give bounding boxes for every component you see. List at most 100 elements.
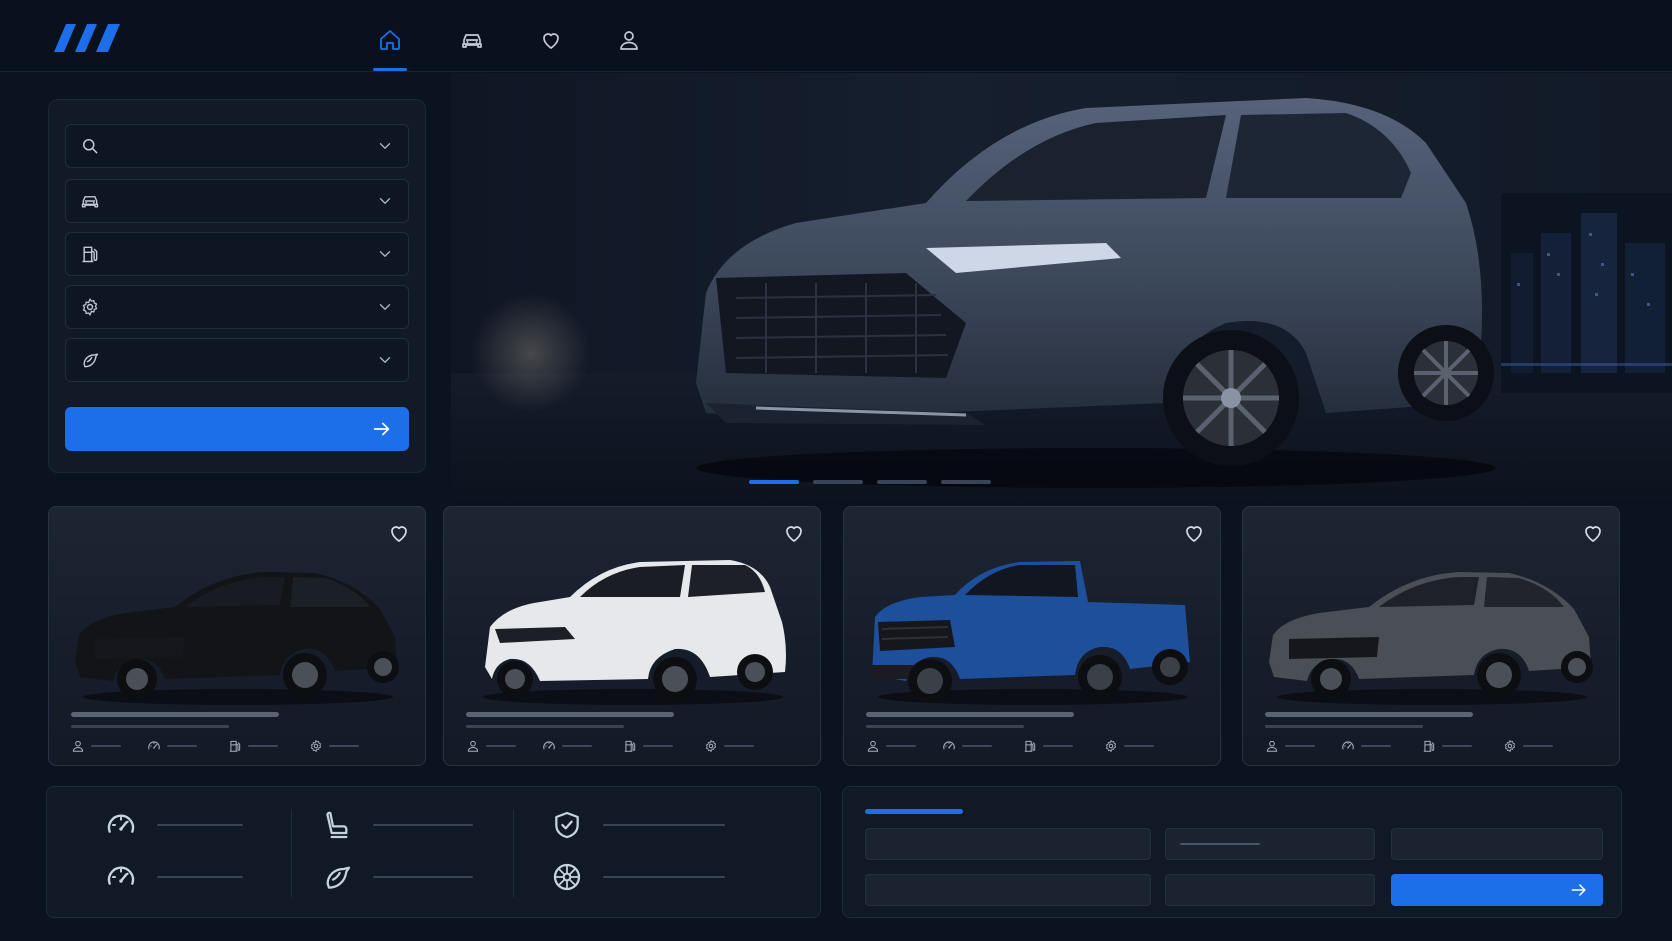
engine-icon — [321, 861, 353, 893]
features-panel — [46, 786, 821, 918]
carousel-dot[interactable] — [941, 480, 991, 484]
spec-item — [309, 739, 359, 753]
featured-suv-image — [696, 98, 1496, 488]
speedometer-icon — [147, 739, 161, 753]
speedometer-icon — [1341, 739, 1355, 753]
spec-value-placeholder — [167, 745, 197, 747]
carousel-pagination — [749, 480, 991, 484]
car-image — [483, 560, 786, 705]
user-icon — [466, 739, 480, 753]
car-title-placeholder — [1265, 712, 1473, 717]
spec-item — [1023, 739, 1073, 753]
booking-submit-button[interactable] — [1391, 874, 1603, 906]
spec-value-placeholder — [1043, 745, 1073, 747]
heart-icon[interactable] — [1581, 521, 1605, 545]
spec-item — [228, 739, 278, 753]
spec-value-placeholder — [643, 745, 673, 747]
search-icon — [80, 136, 100, 156]
section-accent-bar — [865, 809, 963, 814]
booking-field-time[interactable] — [1391, 828, 1603, 860]
engine-dropdown[interactable] — [65, 338, 409, 382]
heart-icon[interactable] — [387, 521, 411, 545]
spec-value-placeholder — [1124, 745, 1154, 747]
spec-value-placeholder — [724, 745, 754, 747]
nav-favorites[interactable] — [531, 20, 571, 60]
user-icon — [71, 739, 85, 753]
spec-value-placeholder — [486, 745, 516, 747]
booking-field-email[interactable] — [865, 874, 1151, 906]
nav-profile[interactable] — [609, 20, 649, 60]
car-subtitle-placeholder — [866, 725, 1024, 728]
spec-value-placeholder — [248, 745, 278, 747]
booking-field-name[interactable] — [865, 828, 1151, 860]
fuel-type-dropdown[interactable] — [65, 232, 409, 276]
feature-value-placeholder — [157, 824, 243, 826]
spec-item — [147, 739, 197, 753]
speedometer-icon — [105, 861, 137, 893]
listing-card[interactable] — [1242, 506, 1620, 766]
booking-panel — [842, 786, 1622, 918]
listing-card[interactable] — [48, 506, 426, 766]
gear-icon — [704, 739, 718, 753]
shield-check-icon — [551, 809, 583, 841]
search-field[interactable] — [65, 124, 409, 168]
fuel-icon — [1023, 739, 1037, 753]
user-icon — [617, 28, 641, 52]
carousel-dot[interactable] — [749, 480, 799, 484]
car-icon — [80, 191, 100, 211]
chevron-down-icon — [376, 137, 394, 155]
spec-item — [71, 739, 121, 753]
spec-value-placeholder — [1285, 745, 1315, 747]
spec-value-placeholder — [1442, 745, 1472, 747]
engine-icon — [80, 350, 100, 370]
spec-item — [542, 739, 592, 753]
listing-card[interactable] — [843, 506, 1221, 766]
search-submit-button[interactable] — [65, 407, 409, 451]
car-title-placeholder — [71, 712, 279, 717]
booking-field-phone[interactable] — [1165, 874, 1375, 906]
car-title-placeholder — [466, 712, 674, 717]
spec-item — [466, 739, 516, 753]
carousel-dot[interactable] — [877, 480, 927, 484]
spec-item — [942, 739, 992, 753]
spec-value-placeholder — [962, 745, 992, 747]
carousel-dot[interactable] — [813, 480, 863, 484]
search-filter-panel — [48, 99, 426, 473]
spec-value-placeholder — [886, 745, 916, 747]
car-title-placeholder — [866, 712, 1074, 717]
listing-card[interactable] — [443, 506, 821, 766]
spec-item — [866, 739, 916, 753]
brand-logo[interactable] — [54, 24, 120, 52]
heart-icon[interactable] — [1182, 521, 1206, 545]
nav-cars[interactable] — [452, 20, 492, 60]
user-icon — [866, 739, 880, 753]
car-image — [1269, 572, 1593, 705]
spec-value-placeholder — [1361, 745, 1391, 747]
hero-carousel[interactable] — [451, 73, 1672, 505]
body-type-dropdown[interactable] — [65, 179, 409, 223]
booking-field-date[interactable] — [1165, 828, 1375, 860]
feature-value-placeholder — [373, 876, 473, 878]
chevron-down-icon — [376, 298, 394, 316]
gear-icon — [1503, 739, 1517, 753]
speedometer-icon — [942, 739, 956, 753]
nav-home[interactable] — [370, 20, 410, 60]
fuel-icon — [1422, 739, 1436, 753]
transmission-dropdown[interactable] — [65, 285, 409, 329]
chevron-down-icon — [376, 192, 394, 210]
spec-item — [1265, 739, 1315, 753]
spec-item — [1104, 739, 1154, 753]
car-icon — [460, 28, 484, 52]
speedometer-icon — [542, 739, 556, 753]
spec-value-placeholder — [1523, 745, 1553, 747]
feature-item — [321, 809, 473, 841]
feature-item — [105, 809, 243, 841]
gear-icon — [309, 739, 323, 753]
feature-item — [321, 861, 473, 893]
wheel-icon — [551, 861, 583, 893]
spec-item — [1503, 739, 1553, 753]
nav-active-indicator — [373, 68, 407, 71]
gear-icon — [1104, 739, 1118, 753]
home-icon — [378, 28, 402, 52]
heart-icon[interactable] — [782, 521, 806, 545]
